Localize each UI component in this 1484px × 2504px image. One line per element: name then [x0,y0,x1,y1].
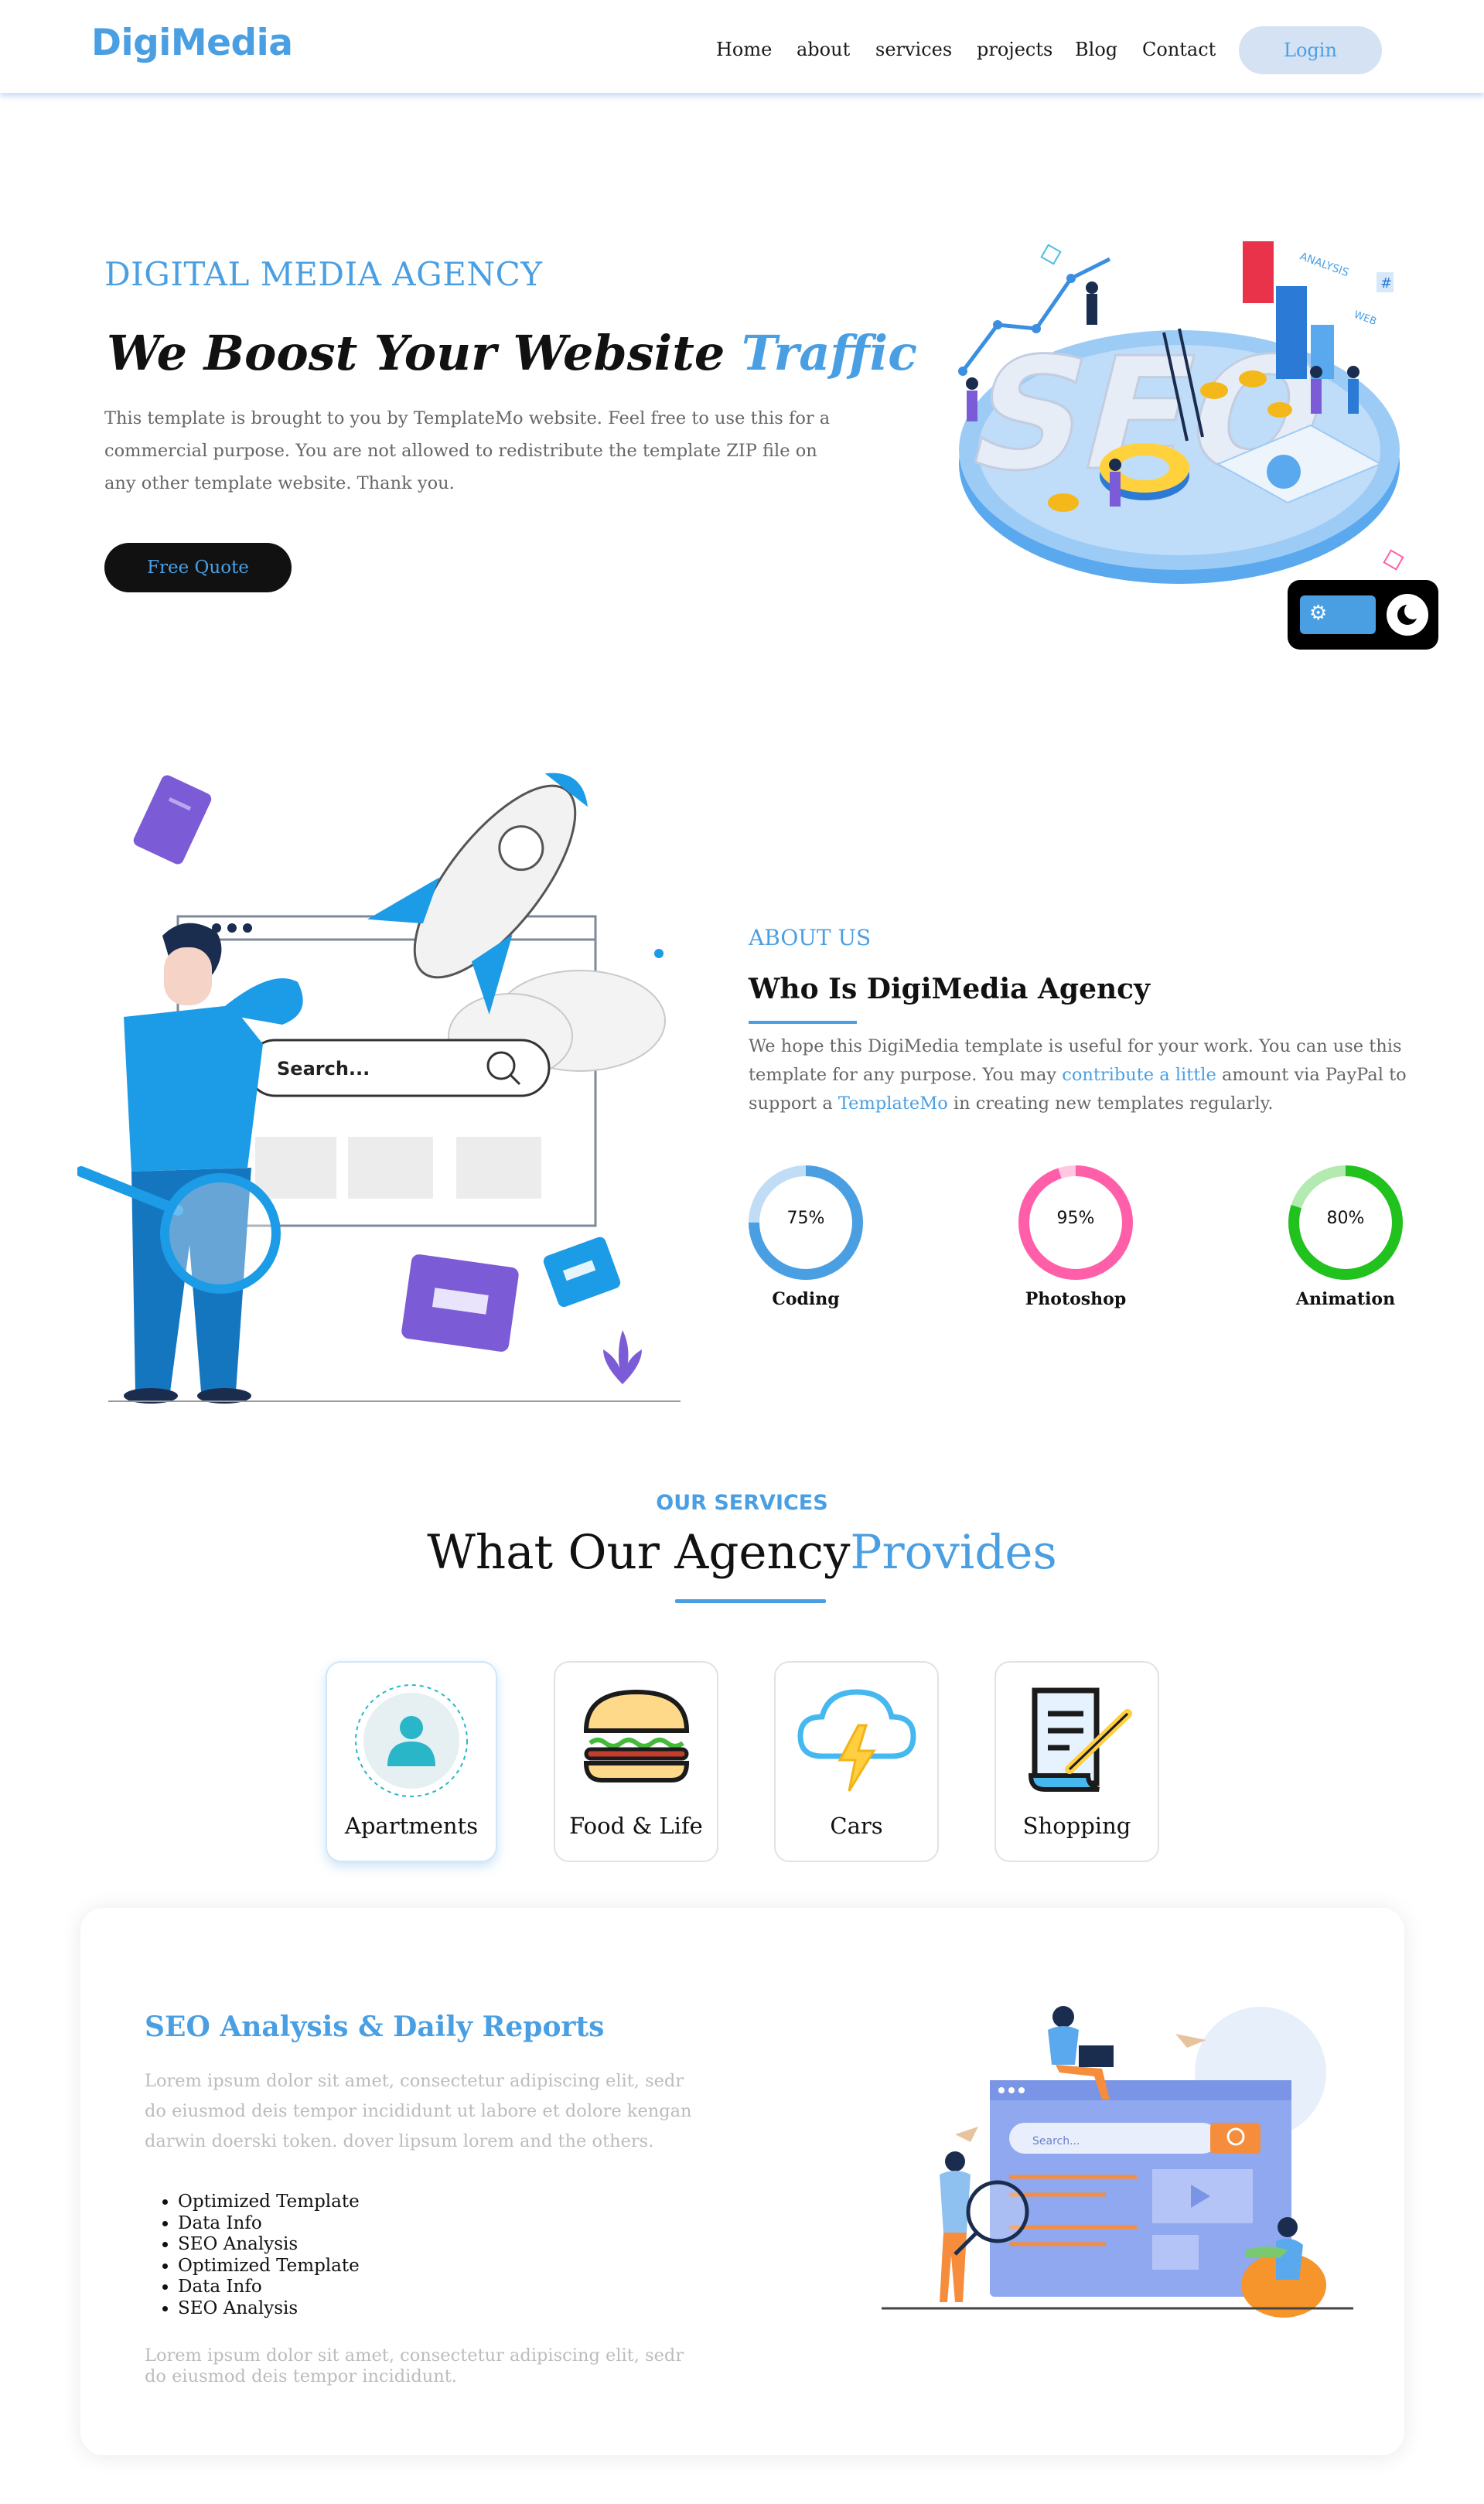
hero-title: We Boost Your Website Traffic [107,325,917,381]
nav-home[interactable]: Home [716,39,772,60]
nav-about[interactable]: about [797,39,850,60]
animation-label: Animation [1295,1289,1396,1309]
photoshop-label: Photoshop [1025,1289,1127,1309]
about-illustration: Search... [77,773,681,1404]
nav-blog[interactable]: Blog [1075,39,1117,60]
skill-photoshop: 95% Photoshop [1017,1164,1134,1309]
seo-illustration: SEO ANALYSIS # WEB [952,241,1404,584]
service-card-paragraph-2: Lorem ipsum dolor sit amet, consectetur … [145,2345,684,2386]
skill-coding: 75% Coding [747,1164,865,1309]
tab-cars-label: Cars [830,1813,883,1839]
burger-icon [583,1689,689,1782]
list-item: Data Info [178,2277,360,2298]
list-item: Optimized Template [178,2256,360,2277]
about-title: Who Is DigiMedia Agency [749,973,1151,1005]
login-button[interactable]: Login [1239,26,1382,74]
theme-toggle-track[interactable]: ⚙ [1300,595,1376,634]
user-icon [355,1684,468,1797]
services-title-main: What Our Agency [427,1525,851,1580]
service-card-paragraph-1: Lorem ipsum dolor sit amet, consectetur … [145,2071,692,2151]
services-title: What Our AgencyProvides [0,1525,1484,1580]
document-pen-icon [1028,1687,1132,1792]
services-eyebrow: OUR SERVICES [656,1491,828,1515]
animation-percent: 80% [1326,1209,1365,1228]
templatemo-link[interactable]: TemplateMo [838,1093,948,1114]
illustration-search-text: Search... [277,1058,370,1080]
free-quote-button[interactable]: Free Quote [104,543,292,592]
tab-food-life-label: Food & Life [569,1813,703,1839]
service-feature-list: Optimized Template Data Info SEO Analysi… [178,2192,360,2319]
contribute-link[interactable]: contribute a little [1062,1065,1216,1085]
services-title-accent: Provides [850,1525,1057,1580]
site-logo[interactable]: DigiMedia [91,22,293,64]
tab-cars[interactable]: Cars [774,1661,939,1862]
moon-toggle-button[interactable] [1387,594,1428,636]
web-tag: WEB [1353,309,1378,328]
list-item: SEO Analysis [178,2234,360,2256]
list-item: SEO Analysis [178,2298,360,2320]
illustration-search-text: Search... [1032,2135,1080,2148]
theme-toggle[interactable]: ⚙ [1288,580,1438,650]
hash-tag: # [1380,275,1392,292]
hero-title-accent: Traffic [741,325,917,381]
about-text: We hope this DigiMedia template is usefu… [749,1032,1421,1118]
tab-shopping[interactable]: Shopping [994,1661,1159,1862]
analysis-tag: ANALYSIS [1298,251,1351,280]
nav-projects[interactable]: projects [977,39,1052,60]
about-title-underline [749,1021,857,1024]
skill-animation: 80% Animation [1287,1164,1404,1309]
seo-report-illustration: Search... [882,2006,1353,2318]
nav-contact[interactable]: Contact [1142,39,1216,60]
nav-services[interactable]: services [875,39,952,60]
coding-label: Coding [772,1289,840,1309]
coding-percent: 75% [786,1209,825,1228]
gear-icon: ⚙ [1309,602,1328,625]
moon-icon [1397,602,1421,625]
tab-shopping-label: Shopping [1022,1813,1131,1839]
tab-food-life[interactable]: Food & Life [554,1661,718,1862]
photoshop-percent: 95% [1056,1209,1095,1228]
service-card-title: SEO Analysis & Daily Reports [145,2011,605,2043]
about-eyebrow: ABOUT US [749,925,872,950]
cloud-lightning-icon [797,1689,916,1792]
services-title-underline [675,1599,826,1603]
about-text-part3: in creating new templates regularly. [947,1093,1274,1114]
hero-description: This template is brought to you by Templ… [104,408,831,493]
hero-title-main: We Boost Your Website [107,325,742,381]
tab-apartments[interactable]: Apartments [326,1661,497,1862]
list-item: Data Info [178,2213,360,2235]
tab-apartments-label: Apartments [344,1813,479,1839]
hero-eyebrow: DIGITAL MEDIA AGENCY [104,255,543,293]
site-header: DigiMedia Home about services projects B… [0,0,1484,93]
list-item: Optimized Template [178,2192,360,2213]
